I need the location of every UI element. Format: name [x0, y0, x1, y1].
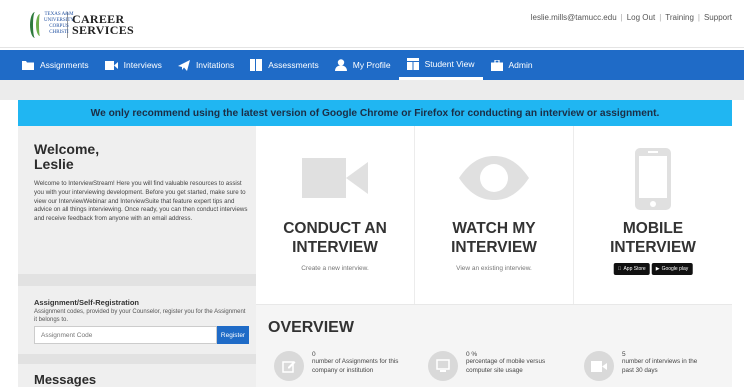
app-store-badge[interactable]: App Store	[613, 263, 650, 275]
badge-label: App Store	[621, 266, 645, 272]
video-camera-icon	[104, 60, 118, 70]
support-link[interactable]: Support	[704, 13, 732, 22]
stat-value: 5	[622, 351, 626, 358]
welcome-line-1: Welcome,	[34, 141, 100, 157]
eye-icon	[459, 156, 529, 200]
stat-label: number of Assignments for this company o…	[312, 358, 399, 374]
logout-link[interactable]: Log Out	[627, 13, 655, 22]
book-icon	[250, 59, 263, 71]
nav-student-view[interactable]: Student View	[398, 50, 483, 80]
stat-interviews-30-days: 5 number of interviews in the past 30 da…	[584, 351, 710, 381]
google-play-badge[interactable]: ▶ Google play	[651, 263, 693, 275]
edit-icon	[274, 351, 304, 381]
card-title-line-1: WATCH MY	[452, 220, 536, 237]
welcome-user-name: Leslie	[34, 156, 74, 172]
mobile-interview-card[interactable]: MOBILE INTERVIEW App Store ▶Google play	[574, 126, 732, 304]
separator: |	[659, 13, 662, 22]
registration-title: Assignment/Self-Registration	[34, 298, 140, 307]
card-subtitle: View an existing interview.	[456, 265, 532, 272]
folder-icon	[22, 61, 34, 70]
nav-label: Assignments	[40, 60, 89, 70]
assignment-code-input[interactable]	[34, 326, 217, 344]
card-title-line-1: CONDUCT AN	[283, 220, 387, 237]
section-divider	[18, 274, 256, 286]
smartphone-icon	[635, 148, 671, 210]
nav-assignments[interactable]: Assignments	[14, 50, 97, 80]
separator: |	[620, 13, 623, 22]
app-badges: App Store ▶Google play	[613, 263, 693, 275]
stat-assignments: 0 number of Assignments for this company…	[274, 351, 400, 381]
content-top-band	[0, 80, 744, 100]
logo-text: CAREER SERVICES	[71, 13, 134, 37]
alert-text: We only recommend using the latest versi…	[90, 107, 660, 119]
nav-invitations[interactable]: Invitations	[170, 50, 242, 80]
stat-label: percentage of mobile versus computer sit…	[466, 358, 546, 374]
career-services-logo[interactable]: TEXAS A&M UNIVERSITY CORPUS CHRISTI CARE…	[24, 9, 134, 41]
conduct-interview-card[interactable]: CONDUCT AN INTERVIEW Create a new interv…	[256, 126, 415, 304]
user-icon	[334, 59, 347, 71]
stat-mobile-usage: 0 % percentage of mobile versus computer…	[428, 351, 554, 381]
nav-label: Interviews	[123, 60, 162, 70]
stat-value: 0 %	[466, 351, 478, 358]
separator: |	[697, 13, 700, 22]
registration-text: Assignment codes, provided by your Couns…	[34, 309, 246, 323]
watch-interview-card[interactable]: WATCH MY INTERVIEW View an existing inte…	[415, 126, 574, 304]
card-subtitle: Create a new interview.	[301, 265, 369, 272]
play-icon: ▶	[653, 266, 660, 272]
training-link[interactable]: Training	[665, 13, 694, 22]
monitor-icon	[428, 351, 458, 381]
nav-interviews[interactable]: Interviews	[97, 50, 170, 80]
browser-alert-banner: We only recommend using the latest versi…	[18, 100, 732, 126]
nav-label: Student View	[424, 58, 475, 69]
overview-title: OVERVIEW	[268, 319, 354, 336]
card-title-line-1: MOBILE	[622, 220, 684, 237]
paper-plane-icon	[177, 59, 190, 71]
briefcase-icon	[490, 59, 503, 71]
card-title: CONDUCT AN INTERVIEW	[256, 219, 414, 257]
university-logo-icon: TEXAS A&M UNIVERSITY CORPUS CHRISTI	[24, 10, 74, 40]
card-title-line-2: INTERVIEW	[610, 239, 696, 256]
welcome-text: Welcome to InterviewStream! Here you wil…	[34, 180, 248, 223]
messages-heading: Messages	[34, 372, 97, 387]
section-divider	[18, 354, 256, 364]
nav-label: Invitations	[195, 60, 235, 70]
card-title-line-2: INTERVIEW	[292, 239, 378, 256]
action-cards: CONDUCT AN INTERVIEW Create a new interv…	[256, 126, 732, 304]
badge-label: Google play	[659, 266, 689, 272]
university-name: TEXAS A&M UNIVERSITY CORPUS CHRISTI	[44, 12, 74, 35]
logo-line-2: SERVICES	[71, 23, 134, 37]
main-nav: Assignments Interviews Invitations Asses…	[0, 50, 744, 80]
stat-label: number of interviews in the past 30 days	[622, 358, 698, 374]
apple-icon: 	[618, 266, 622, 272]
nav-label: Admin	[508, 60, 533, 70]
nav-admin[interactable]: Admin	[483, 50, 541, 80]
nav-assessments[interactable]: Assessments	[242, 50, 327, 80]
account-links: leslie.mills@tamucc.edu | Log Out | Trai…	[531, 13, 732, 22]
nav-label: Assessments	[268, 60, 319, 70]
overview-section: OVERVIEW 0 number of Assignments for thi…	[256, 304, 732, 387]
stat-value: 0	[312, 351, 316, 358]
card-title: MOBILE INTERVIEW	[574, 219, 732, 257]
welcome-heading: Welcome, Leslie	[34, 142, 99, 172]
card-title: WATCH MY INTERVIEW	[415, 219, 573, 257]
nav-label: My Profile	[352, 60, 391, 70]
register-button[interactable]: Register	[217, 326, 249, 344]
window-icon	[406, 57, 419, 70]
sidebar: Welcome, Leslie Welcome to InterviewStre…	[18, 126, 256, 387]
card-title-line-2: INTERVIEW	[451, 239, 537, 256]
top-bar: TEXAS A&M UNIVERSITY CORPUS CHRISTI CARE…	[0, 0, 744, 48]
nav-my-profile[interactable]: My Profile	[327, 50, 399, 80]
video-camera-icon	[584, 351, 614, 381]
video-camera-icon	[302, 158, 368, 198]
user-email-link[interactable]: leslie.mills@tamucc.edu	[531, 13, 617, 22]
